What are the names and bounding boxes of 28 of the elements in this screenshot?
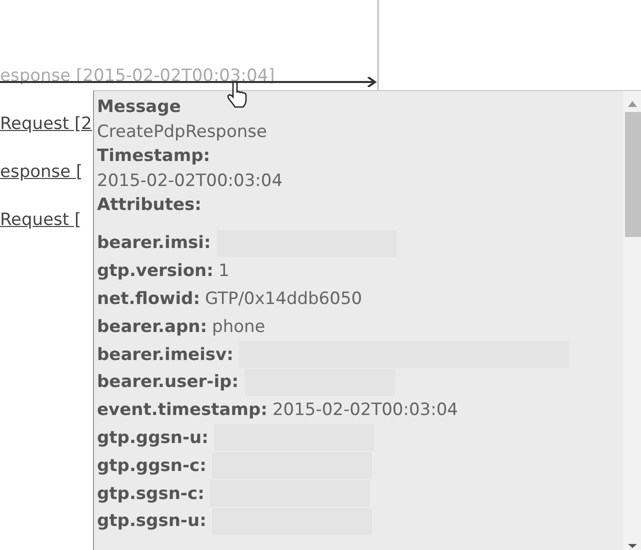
attribute-key: bearer.user-ip: bbox=[97, 372, 238, 392]
attribute-key: bearer.imeisv: bbox=[97, 344, 234, 365]
message-link[interactable]: Request [ bbox=[0, 210, 82, 230]
message-link[interactable]: Request [2 bbox=[0, 114, 92, 134]
attribute-value: 1 bbox=[218, 261, 230, 282]
attribute-key: bearer.apn: bbox=[97, 316, 208, 337]
scroll-up-icon[interactable] bbox=[628, 101, 637, 107]
attribute-value: 2015-02-02T00:03:04 bbox=[272, 400, 458, 420]
attribute-key: gtp.version: bbox=[97, 261, 214, 282]
field-label: Attributes: bbox=[97, 194, 202, 217]
attribute-key: gtp.ggsn-u: bbox=[97, 428, 208, 448]
field-value: CreatePdpResponse bbox=[97, 120, 268, 144]
attribute-key: event.timestamp: bbox=[97, 400, 268, 420]
field-value: 2015-02-02T00:03:04 bbox=[97, 170, 284, 192]
attribute-key: gtp.sgsn-c: bbox=[97, 484, 204, 504]
attribute-key: gtp.ggsn-c: bbox=[97, 456, 206, 476]
attribute-key: bearer.imsi: bbox=[97, 233, 211, 254]
scroll-down-icon[interactable] bbox=[628, 544, 637, 548]
attribute-key: net.flowid: bbox=[97, 288, 200, 309]
field-label: Timestamp: bbox=[97, 145, 212, 168]
message-link[interactable]: esponse [ bbox=[0, 162, 83, 182]
attribute-key: gtp.sgsn-u: bbox=[97, 511, 206, 532]
field-label: Message bbox=[97, 96, 182, 119]
attribute-value: GTP/0x14ddb6050 bbox=[205, 288, 362, 309]
attribute-value: phone bbox=[212, 316, 266, 337]
scrollbar[interactable] bbox=[623, 91, 641, 550]
scroll-thumb[interactable] bbox=[625, 112, 641, 237]
hand-cursor-icon bbox=[226, 82, 248, 108]
